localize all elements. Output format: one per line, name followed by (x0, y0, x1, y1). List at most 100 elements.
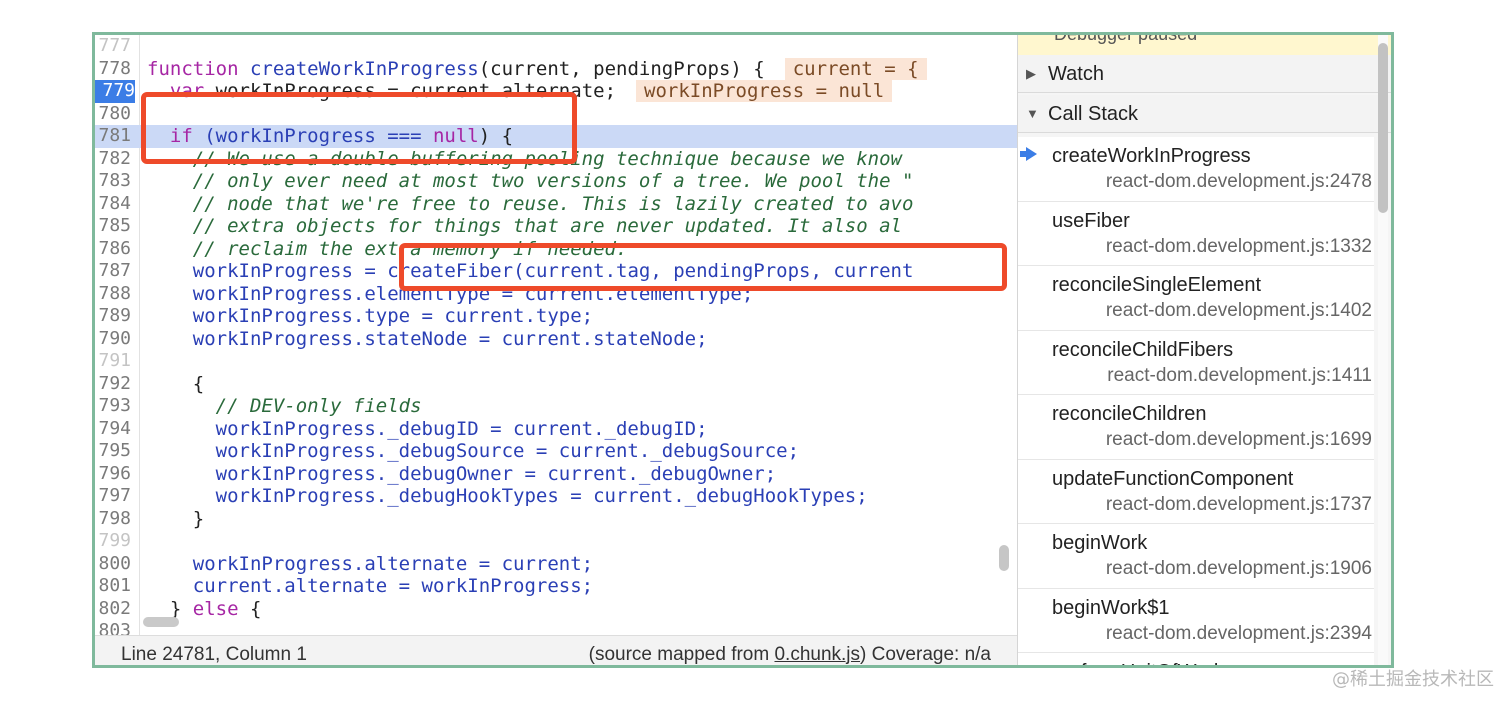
code-line[interactable]: 784 // node that we're free to reuse. Th… (95, 193, 1017, 216)
status-bar: Line 24781, Column 1 (source mapped from… (95, 635, 1017, 665)
call-frame[interactable]: reconcileChildFibers react-dom.developmen… (1018, 330, 1374, 395)
watch-label: Watch (1048, 63, 1104, 85)
code-token: workInProgress._debugID = current._debug… (147, 417, 708, 440)
call-frame-name: beginWork (1052, 532, 1148, 554)
call-frame[interactable]: updateFunctionComponent react-dom.develop… (1018, 459, 1374, 524)
call-frame-name: createWorkInProgress (1052, 145, 1251, 167)
code-token: } (147, 507, 205, 530)
vertical-scrollbar[interactable] (999, 545, 1009, 571)
code-token: // only ever need at most two versions o… (147, 170, 914, 192)
line-number[interactable]: 780 (95, 103, 131, 126)
line-number[interactable]: 781 (95, 125, 131, 148)
line-number[interactable]: 793 (95, 395, 131, 418)
debugger-paused-banner: Debugger paused (1018, 35, 1391, 55)
debugger-sidebar: Debugger paused ▶ Watch ▼ Call Stack cre… (1017, 35, 1391, 665)
line-number[interactable]: 791 (95, 350, 131, 373)
line-number[interactable]: 801 (95, 575, 131, 598)
call-frame[interactable]: reconcileSingleElement react-dom.developm… (1018, 266, 1374, 331)
code-line[interactable]: 794 workInProgress._debugID = current._d… (95, 418, 1017, 441)
call-stack-list: createWorkInProgress react-dom.developmen… (1018, 137, 1374, 665)
code-line[interactable]: 799 (95, 530, 1017, 553)
line-number[interactable]: 796 (95, 463, 131, 486)
call-frame-location[interactable]: react-dom.development.js:1906 (1106, 558, 1372, 580)
line-number[interactable]: 777 (95, 35, 131, 58)
line-number[interactable]: 782 (95, 148, 131, 171)
code-token: function (147, 57, 250, 80)
code-line[interactable]: 796 workInProgress._debugOwner = current… (95, 463, 1017, 486)
call-frame-location[interactable]: react-dom.development.js:1402 (1106, 300, 1372, 322)
code-line[interactable]: 801 current.alternate = workInProgress; (95, 575, 1017, 598)
line-number[interactable]: 803 (95, 620, 131, 635)
code-token: else (192, 597, 239, 620)
code-line[interactable]: 795 workInProgress._debugSource = curren… (95, 440, 1017, 463)
code-token: workInProgress.stateNode = current.state… (147, 327, 708, 350)
line-number[interactable]: 788 (95, 283, 131, 306)
line-number[interactable]: 800 (95, 553, 131, 576)
line-number[interactable]: 778 (95, 58, 131, 81)
sidebar-scrollbar-thumb[interactable] (1378, 43, 1388, 213)
code-line[interactable]: 800 workInProgress.alternate = current; (95, 553, 1017, 576)
code-text: // extra objects for things that are nev… (147, 215, 902, 238)
call-frame[interactable]: useFiber react-dom.development.js:1332 (1018, 201, 1374, 266)
code-line[interactable]: 798 } (95, 508, 1017, 531)
code-line[interactable]: 797 workInProgress._debugHookTypes = cur… (95, 485, 1017, 508)
line-number[interactable]: 799 (95, 530, 131, 553)
line-number[interactable]: 783 (95, 170, 131, 193)
call-frame-location[interactable]: react-dom.development.js:1737 (1106, 494, 1372, 516)
line-number[interactable]: 789 (95, 305, 131, 328)
code-line[interactable]: 791 (95, 350, 1017, 373)
call-frame-location[interactable]: react-dom.development.js:1332 (1106, 236, 1372, 258)
code-line[interactable]: 790 workInProgress.stateNode = current.s… (95, 328, 1017, 351)
call-frame-location[interactable]: react-dom.development.js:1411 (1107, 365, 1372, 387)
sidebar-scrollbar[interactable] (1378, 35, 1388, 665)
call-frame-location[interactable]: react-dom.development.js:2394 (1106, 623, 1372, 645)
line-number[interactable]: 792 (95, 373, 131, 396)
call-frame-location[interactable]: react-dom.development.js:2478 (1106, 171, 1372, 193)
call-frame[interactable]: createWorkInProgress react-dom.developmen… (1018, 137, 1374, 202)
code-text: workInProgress.stateNode = current.state… (147, 328, 708, 351)
code-line[interactable]: 777 (95, 35, 1017, 58)
call-stack-label: Call Stack (1048, 103, 1139, 125)
line-number[interactable]: 797 (95, 485, 131, 508)
line-number[interactable]: 787 (95, 260, 131, 283)
code-token: { (147, 372, 205, 395)
line-number[interactable]: 790 (95, 328, 131, 351)
code-line[interactable]: 778 function createWorkInProgress(current… (95, 57, 1017, 81)
call-frame[interactable]: performUnitOfWork (1018, 653, 1374, 665)
code-line[interactable]: 792 { (95, 373, 1017, 396)
horizontal-scrollbar[interactable] (143, 617, 179, 627)
call-frame[interactable]: reconcileChildren react-dom.development.j… (1018, 395, 1374, 460)
call-frame[interactable]: beginWork$1 react-dom.development.js:2394 (1018, 588, 1374, 653)
code-line[interactable]: 803 (95, 620, 1017, 635)
code-text: } (147, 508, 204, 531)
line-number[interactable]: 786 (95, 238, 131, 261)
line-number[interactable]: 779 (95, 80, 135, 103)
code-text: // node that we're free to reuse. This i… (147, 192, 914, 216)
source-editor[interactable]: 777 778 function createWorkInProgress(curr… (95, 35, 1017, 635)
line-number[interactable]: 794 (95, 418, 131, 441)
call-frame[interactable]: beginWork react-dom.development.js:1906 (1018, 524, 1374, 589)
source-map-prefix: (source mapped from (588, 644, 775, 665)
code-token: workInProgress = (147, 260, 388, 282)
code-token: // node that we're free to reuse. This i… (147, 192, 914, 215)
call-frame-location[interactable]: react-dom.development.js:1699 (1106, 429, 1372, 451)
code-line[interactable]: 783 // only ever need at most two versio… (95, 170, 1017, 193)
code-line[interactable]: 789 workInProgress.type = current.type; (95, 305, 1017, 328)
annotation-box-create-fiber (399, 243, 1007, 291)
code-token: workInProgress._debugSource = current._d… (147, 440, 800, 462)
call-frame-name: beginWork$1 (1052, 596, 1170, 619)
source-file-link[interactable]: 0.chunk.js (774, 644, 860, 665)
code-text: { (147, 373, 204, 396)
code-line[interactable]: 802 } else { (95, 598, 1017, 621)
line-number[interactable]: 795 (95, 440, 131, 463)
line-number[interactable]: 785 (95, 215, 131, 238)
line-number[interactable]: 798 (95, 508, 131, 531)
code-line[interactable]: 793 // DEV-only fields (95, 395, 1017, 418)
watch-section-header[interactable]: ▶ Watch (1018, 55, 1391, 93)
line-number[interactable]: 784 (95, 193, 131, 216)
line-number[interactable]: 802 (95, 598, 131, 621)
code-token: // extra objects for things that are nev… (147, 215, 902, 237)
call-stack-section-header[interactable]: ▼ Call Stack (1018, 95, 1391, 133)
code-line[interactable]: 785 // extra objects for things that are… (95, 215, 1017, 238)
source-map-info: (source mapped from 0.chunk.js) Coverage… (588, 644, 991, 665)
